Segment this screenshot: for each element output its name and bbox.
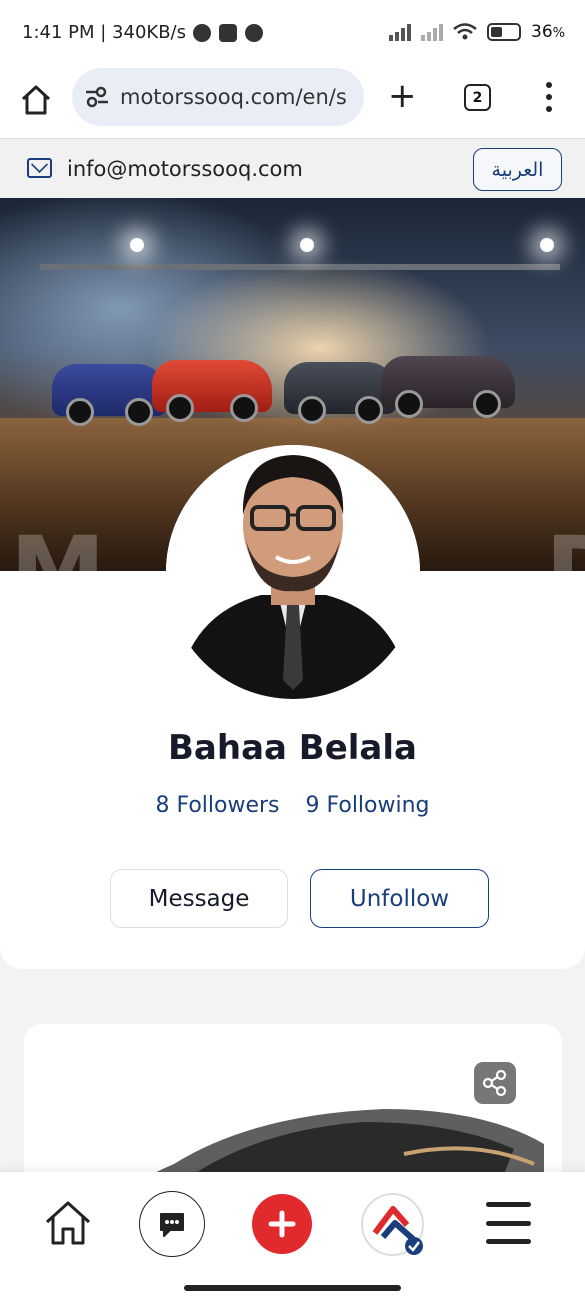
profile-logo-button[interactable] (361, 1193, 424, 1256)
status-bar: 1:41 PM | 340KB/s 36% (0, 0, 585, 66)
menu-icon[interactable] (486, 1202, 531, 1244)
add-listing-button[interactable] (252, 1194, 312, 1254)
share-icon (482, 1069, 507, 1097)
tab-switcher-button[interactable]: 2 (464, 84, 491, 111)
motorssooq-logo-icon (372, 1206, 423, 1255)
car-suv (381, 356, 515, 418)
mail-icon (27, 158, 52, 178)
message-button[interactable]: Message (110, 869, 288, 928)
plus-icon (268, 1210, 296, 1238)
new-tab-icon[interactable]: + (388, 79, 417, 113)
wifi-icon (453, 23, 477, 40)
stage-truss (40, 264, 560, 270)
youtube-icon (219, 24, 237, 42)
site-settings-icon[interactable] (84, 86, 110, 108)
unfollow-button[interactable]: Unfollow (310, 869, 489, 928)
battery-level: 36% (531, 22, 565, 42)
more-menu-icon[interactable] (540, 82, 558, 112)
car-red (152, 360, 272, 422)
followers-link[interactable]: 8 Followers (155, 793, 279, 818)
follow-stats: 8 Followers 9 Following (0, 793, 585, 818)
share-button[interactable] (474, 1062, 516, 1104)
browser-toolbar: motorssooq.com/en/s + 2 (0, 66, 585, 138)
following-link[interactable]: 9 Following (306, 793, 430, 818)
chat-button[interactable] (139, 1191, 205, 1257)
football-icon (245, 24, 263, 42)
contact-bar: info@motorssooq.com العربية (0, 138, 585, 198)
battery-icon (487, 23, 521, 41)
address-bar[interactable]: motorssooq.com/en/s (72, 68, 364, 126)
status-right: 36% (389, 22, 565, 42)
signal-2-icon (421, 23, 443, 41)
profile-name: Bahaa Belala (168, 728, 417, 768)
browser-home-icon[interactable] (18, 82, 54, 118)
spotlight (540, 238, 554, 252)
messenger-icon (193, 24, 211, 42)
car-blue (52, 364, 167, 426)
url-text[interactable]: motorssooq.com/en/s (120, 85, 347, 109)
chat-icon (160, 1213, 184, 1237)
spotlight (130, 238, 144, 252)
spotlight (300, 238, 314, 252)
signal-icon (389, 23, 411, 41)
notification-icons (193, 24, 263, 42)
language-button[interactable]: العربية (473, 148, 562, 191)
avatar-photo (166, 445, 420, 699)
gesture-home-bar (184, 1285, 401, 1291)
home-icon[interactable] (42, 1197, 94, 1249)
status-time: 1:41 PM | 340KB/s (22, 22, 186, 43)
contact-email[interactable]: info@motorssooq.com (67, 157, 303, 181)
profile-avatar[interactable] (166, 445, 420, 699)
bottom-navigation (0, 1172, 585, 1300)
